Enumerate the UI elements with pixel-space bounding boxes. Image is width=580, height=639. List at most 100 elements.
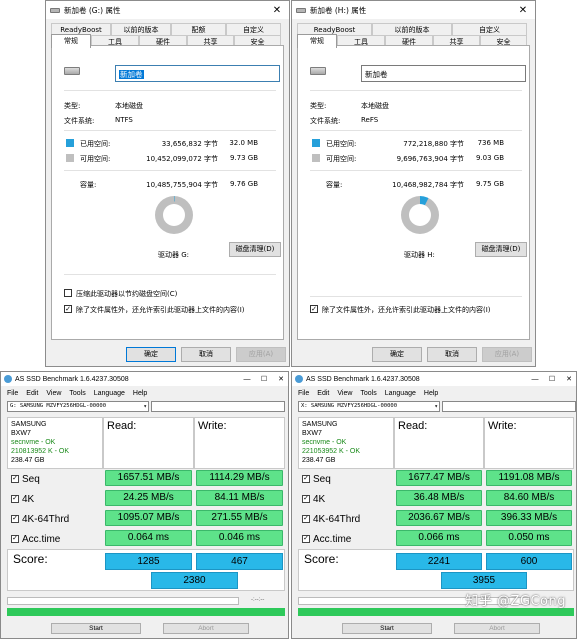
checkbox-4k-64thrd[interactable]: ✓ (302, 515, 310, 523)
row-acc-time[interactable]: ✓ Acc.time (11, 530, 60, 548)
row-acc-time[interactable]: ✓ Acc.time (302, 530, 351, 548)
close-icon[interactable]: ✕ (511, 5, 535, 16)
divider (310, 90, 522, 91)
checkbox-seq[interactable]: ✓ (302, 475, 310, 483)
row-4k-64thrd[interactable]: ✓ 4K-64Thrd (302, 510, 360, 528)
tab-customize[interactable]: 自定义 (226, 23, 281, 35)
used-space-bytes: 33,656,832 字节 (161, 140, 218, 148)
write-header-cell: Write: (484, 417, 574, 469)
dialog-titlebar[interactable]: 新加卷 (G:) 属性 ✕ (46, 1, 289, 19)
divider (64, 170, 276, 171)
menu-view[interactable]: View (46, 390, 61, 397)
row-4k[interactable]: ✓ 4K (11, 490, 34, 508)
abort-button[interactable]: Abort (163, 623, 249, 634)
4k64-read-result: 1095.07 MB/s (105, 510, 192, 526)
score-total: 2380 (151, 572, 238, 589)
menu-help[interactable]: Help (133, 390, 147, 397)
close-icon[interactable]: ✕ (562, 375, 576, 383)
tab-general[interactable]: 常规 (297, 34, 337, 48)
checkbox-acc-time[interactable]: ✓ (302, 535, 310, 543)
tab-customize[interactable]: 自定义 (452, 23, 527, 35)
maximize-icon[interactable]: ☐ (257, 375, 271, 383)
usage-donut-chart (155, 196, 193, 234)
cancel-button[interactable]: 取消 (181, 347, 231, 362)
divider (64, 90, 276, 91)
free-space-swatch (312, 154, 320, 162)
read-header-cell: Read: (394, 417, 484, 469)
minimize-icon[interactable]: — (240, 376, 254, 383)
cancel-button[interactable]: 取消 (427, 347, 477, 362)
start-button[interactable]: Start (51, 623, 141, 634)
menu-file[interactable]: File (7, 390, 18, 397)
menu-edit[interactable]: Edit (317, 390, 329, 397)
close-icon[interactable]: ✕ (265, 5, 289, 16)
disk-cleanup-button[interactable]: 磁盘清理(D) (475, 242, 527, 257)
used-space-label: 已用空间: (326, 140, 357, 148)
watermark: 知乎 @ZGCong (465, 594, 566, 609)
chevron-down-icon: ▾ (434, 403, 438, 410)
index-checkbox[interactable]: ✓ (310, 305, 318, 313)
menu-tools[interactable]: Tools (69, 390, 85, 397)
free-space-size: 9.73 GB (229, 154, 258, 162)
capacity-bytes: 10,485,755,904 字节 (146, 181, 218, 189)
read-header: Read: (398, 420, 428, 432)
capacity-size: 9.76 GB (229, 180, 258, 188)
checkbox-4k[interactable]: ✓ (11, 495, 19, 503)
volume-name-input[interactable]: 新加卷 (361, 65, 526, 82)
menu-edit[interactable]: Edit (26, 390, 38, 397)
menu-tools[interactable]: Tools (360, 390, 376, 397)
row-seq[interactable]: ✓ Seq (11, 470, 40, 488)
acc-write-result: 0.046 ms (196, 530, 283, 546)
device-select[interactable]: G: SAMSUNG MZVFY256HDGL-00000 ▾ (7, 401, 149, 412)
seq-read-result: 1677.47 MB/s (396, 470, 482, 486)
checkbox-seq[interactable]: ✓ (11, 475, 19, 483)
chevron-down-icon: ▾ (143, 403, 147, 410)
device-row: X: SAMSUNG MZVFY256HDGL-00000 ▾ (292, 400, 576, 414)
tab-general[interactable]: 常规 (51, 34, 91, 48)
row-4k[interactable]: ✓ 4K (302, 490, 325, 508)
start-button[interactable]: Start (342, 623, 432, 634)
minimize-icon[interactable]: — (528, 376, 542, 383)
app-icon (4, 375, 12, 383)
tab-previous-versions[interactable]: 以前的版本 (111, 23, 171, 35)
info-alignment: 210813952 K - OK (11, 448, 69, 455)
menu-language[interactable]: Language (94, 390, 125, 397)
menu-language[interactable]: Language (385, 390, 416, 397)
device-info: SAMSUNG BXW7 secnvme - OK 210813952 K - … (8, 418, 72, 467)
checkbox-4k[interactable]: ✓ (302, 495, 310, 503)
used-space-size: 736 MB (477, 139, 504, 147)
tab-previous-versions[interactable]: 以前的版本 (372, 23, 452, 35)
checkbox-4k-64thrd[interactable]: ✓ (11, 515, 19, 523)
elapsed-time: -:--:-- (251, 597, 265, 603)
dialog-titlebar[interactable]: 新加卷 (H:) 属性 ✕ (292, 1, 535, 19)
checkbox-acc-time[interactable]: ✓ (11, 535, 19, 543)
maximize-icon[interactable]: ☐ (545, 375, 559, 383)
divider (310, 296, 522, 297)
device-select[interactable]: X: SAMSUNG MZVFY256HDGL-00000 ▾ (298, 401, 440, 412)
row-4k-64thrd[interactable]: ✓ 4K-64Thrd (11, 510, 69, 528)
properties-dialog-g: 新加卷 (G:) 属性 ✕ ReadyBoost 以前的版本 配额 自定义 常规… (45, 0, 290, 367)
apply-button[interactable]: 应用(A) (482, 347, 532, 362)
ok-button[interactable]: 确定 (372, 347, 422, 362)
type-value: 本地磁盘 (115, 102, 143, 110)
apply-button[interactable]: 应用(A) (236, 347, 286, 362)
abort-button[interactable]: Abort (454, 623, 540, 634)
status-field (151, 401, 285, 412)
ssd-titlebar[interactable]: AS SSD Benchmark 1.6.4237.30508 — ☐ ✕ (292, 372, 576, 386)
app-icon (295, 375, 303, 383)
index-checkbox[interactable]: ✓ (64, 305, 72, 313)
total-progress-fill (7, 608, 285, 616)
tab-quota[interactable]: 配额 (171, 23, 226, 35)
label-acc-time: Acc.time (313, 533, 352, 545)
compress-checkbox[interactable] (64, 289, 72, 297)
menu-view[interactable]: View (337, 390, 352, 397)
close-icon[interactable]: ✕ (274, 375, 288, 383)
menu-help[interactable]: Help (424, 390, 438, 397)
ok-button[interactable]: 确定 (126, 347, 176, 362)
disk-cleanup-button[interactable]: 磁盘清理(D) (229, 242, 281, 257)
menu-file[interactable]: File (298, 390, 309, 397)
row-seq[interactable]: ✓ Seq (302, 470, 331, 488)
free-space-size: 9.03 GB (475, 154, 504, 162)
volume-name-input[interactable]: 新加卷 (115, 65, 280, 82)
ssd-titlebar[interactable]: AS SSD Benchmark 1.6.4237.30508 — ☐ ✕ (1, 372, 288, 386)
